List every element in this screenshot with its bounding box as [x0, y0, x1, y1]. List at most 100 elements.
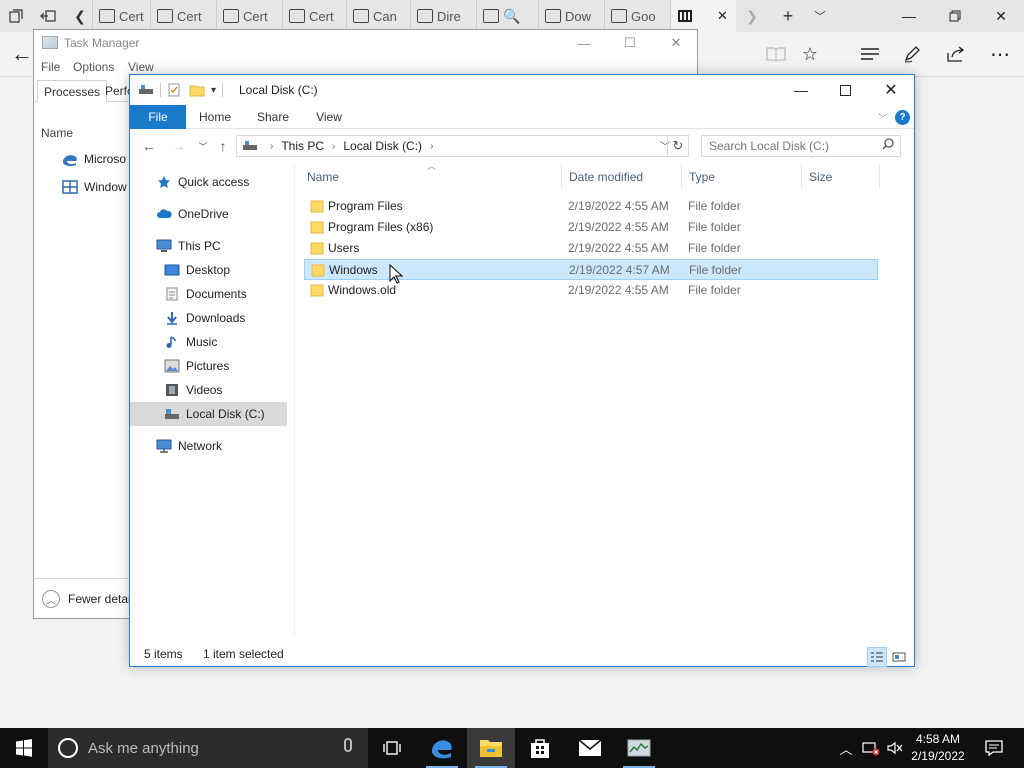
file-row[interactable]: Program Files (x86) 2/19/2022 4:55 AM Fi… [304, 217, 878, 238]
show-hidden-icons-chevron-icon[interactable]: ︿ [836, 728, 856, 768]
microphone-icon[interactable] [344, 738, 352, 752]
nav-item-videos[interactable]: Videos [130, 378, 287, 402]
browser-tab[interactable]: Goo [604, 0, 670, 32]
task-view-icon [383, 741, 401, 755]
back-arrow-icon[interactable]: ← [8, 40, 36, 68]
maximize-icon[interactable]: ☐ [608, 32, 652, 54]
ribbon-tab-view[interactable]: View [306, 105, 352, 129]
column-header-name[interactable]: Name [300, 165, 562, 189]
breadcrumb-local-disk[interactable]: Local Disk (C:) [343, 139, 422, 153]
web-note-icon[interactable] [898, 40, 926, 68]
action-center-icon[interactable] [980, 728, 1008, 768]
taskbar-edge[interactable] [418, 728, 466, 768]
tab-preview-chevron-icon[interactable]: ﹀ [810, 6, 830, 26]
browser-tab[interactable]: Cert [150, 0, 216, 32]
system-clock[interactable]: 4:58 AM 2/19/2022 [906, 731, 970, 765]
large-icons-view-icon[interactable] [889, 647, 909, 667]
forward-arrow-icon[interactable]: → [168, 136, 190, 156]
browser-tab-active[interactable]: ✕ [670, 0, 736, 32]
restore-icon[interactable] [932, 0, 978, 32]
details-view-icon[interactable] [867, 647, 887, 667]
up-arrow-icon[interactable]: ↑ [212, 136, 234, 156]
column-header-name[interactable]: Name [41, 126, 73, 140]
browser-tab[interactable]: 🔍 [476, 0, 538, 32]
nav-item-local-disk[interactable]: Local Disk (C:) [130, 402, 287, 426]
nav-item-pictures[interactable]: Pictures [130, 354, 287, 378]
more-options-icon[interactable]: ⋯ [986, 40, 1014, 68]
browser-tab[interactable]: Dow [538, 0, 604, 32]
nav-item-desktop[interactable]: Desktop [130, 258, 287, 282]
tabs-scroll-left-icon[interactable]: ❮ [70, 6, 90, 26]
refresh-icon[interactable]: ↻ [667, 135, 689, 157]
network-status-icon[interactable] [860, 728, 882, 768]
nav-item-quick-access[interactable]: Quick access [130, 170, 287, 194]
column-header-size[interactable]: Size [802, 165, 880, 189]
back-arrow-icon[interactable]: ← [138, 136, 160, 156]
tabs-scroll-right-icon[interactable]: ❯ [742, 6, 762, 26]
close-window-icon[interactable]: ✕ [978, 0, 1024, 32]
ribbon-tab-home[interactable]: Home [192, 105, 238, 129]
menu-view[interactable]: View [128, 60, 154, 74]
new-tab-icon[interactable]: + [778, 6, 798, 26]
expand-ribbon-chevron-icon[interactable]: ﹀ [878, 110, 888, 125]
process-row[interactable]: Microso [62, 152, 126, 166]
nav-item-onedrive[interactable]: OneDrive [130, 202, 287, 226]
taskbar-task-manager[interactable] [615, 728, 663, 768]
nav-item-documents[interactable]: Documents [130, 282, 287, 306]
set-tabs-aside-icon[interactable] [38, 6, 58, 26]
ribbon-tab-share[interactable]: Share [250, 105, 296, 129]
search-icon[interactable] [882, 138, 894, 153]
browser-tab[interactable]: Dire [410, 0, 476, 32]
search-box[interactable]: Search Local Disk (C:) [701, 135, 901, 157]
start-button[interactable] [0, 728, 48, 768]
taskbar-file-explorer[interactable] [467, 728, 515, 768]
nav-item-music[interactable]: Music [130, 330, 287, 354]
minimize-icon[interactable]: — [562, 32, 606, 54]
customize-toolbar-chevron-icon[interactable]: ▾ [211, 85, 216, 96]
cortana-search-box[interactable]: Ask me anything [48, 728, 368, 768]
menu-options[interactable]: Options [73, 60, 114, 74]
column-header-date-modified[interactable]: Date modified [562, 165, 682, 189]
nav-item-downloads[interactable]: Downloads [130, 306, 287, 330]
minimize-icon[interactable]: — [778, 75, 824, 105]
maximize-icon[interactable] [822, 75, 868, 105]
menu-file[interactable]: File [41, 60, 60, 74]
page-icon [611, 9, 627, 23]
fewer-details-button[interactable]: Fewer detai [68, 592, 131, 606]
properties-icon[interactable] [167, 83, 181, 97]
browser-tab[interactable]: Cert [216, 0, 282, 32]
nav-item-network[interactable]: Network [130, 434, 287, 458]
tab-processes[interactable]: Processes [37, 80, 108, 102]
recent-locations-chevron-icon[interactable]: ﹀ [192, 136, 214, 156]
help-icon[interactable]: ? [895, 110, 910, 125]
minimize-icon[interactable]: — [886, 0, 932, 32]
process-row[interactable]: Window [62, 180, 127, 194]
breadcrumb-this-pc[interactable]: This PC [281, 139, 324, 153]
close-window-icon[interactable]: ✕ [654, 32, 698, 54]
share-icon[interactable] [942, 40, 970, 68]
browser-tab[interactable]: Cert [282, 0, 346, 32]
volume-muted-icon[interactable] [884, 728, 906, 768]
favorites-star-icon[interactable]: ☆ [796, 40, 824, 68]
page-icon [223, 9, 239, 23]
column-header-type[interactable]: Type [682, 165, 802, 189]
pane-divider[interactable] [294, 165, 295, 635]
chevron-up-icon[interactable]: ︿ [42, 590, 60, 608]
tab-manager-icon[interactable] [6, 6, 26, 26]
ribbon-tabs: File Home Share View ﹀ ? [130, 105, 914, 129]
nav-item-this-pc[interactable]: This PC [130, 234, 287, 258]
browser-tab[interactable]: Can [346, 0, 410, 32]
taskbar-mail[interactable] [566, 728, 614, 768]
taskbar-store[interactable] [516, 728, 564, 768]
close-tab-icon[interactable]: ✕ [717, 8, 728, 24]
close-window-icon[interactable]: ✕ [868, 75, 914, 105]
hub-icon[interactable] [856, 40, 884, 68]
browser-tab[interactable]: Cert [92, 0, 150, 32]
file-row[interactable]: Program Files 2/19/2022 4:55 AM File fol… [304, 196, 878, 217]
new-folder-icon[interactable] [189, 83, 205, 97]
reading-view-icon[interactable] [762, 40, 790, 68]
file-row[interactable]: Users 2/19/2022 4:55 AM File folder [304, 238, 878, 259]
address-bar[interactable]: › This PC › Local Disk (C:) › ﹀ ↻ [236, 135, 689, 157]
ribbon-tab-file[interactable]: File [130, 105, 186, 129]
task-view-button[interactable] [368, 728, 416, 768]
